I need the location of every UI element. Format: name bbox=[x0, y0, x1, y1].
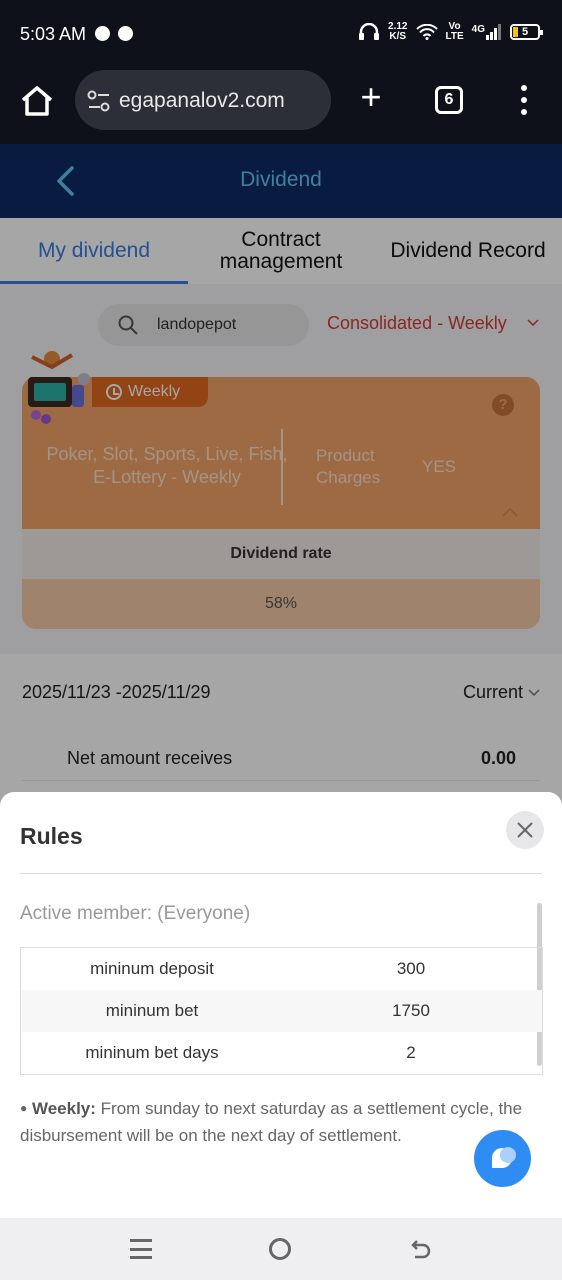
table-row: mininum bet days 2 bbox=[21, 1032, 542, 1074]
wifi-icon bbox=[415, 24, 438, 40]
network-speed: 2.12 K/S bbox=[388, 22, 407, 42]
table-row: mininum deposit 300 bbox=[21, 948, 542, 990]
back-nav-icon[interactable] bbox=[409, 1237, 433, 1261]
note-label: Weekly: bbox=[31, 1099, 96, 1118]
status-bar: 5:03 AM 2.12 K/S Vo LTE 4G 5 bbox=[0, 0, 562, 70]
new-tab-icon[interactable]: + bbox=[356, 79, 386, 116]
url-text: egapanalov2.com bbox=[119, 89, 285, 112]
divider bbox=[20, 873, 542, 874]
network-speed-unit: K/S bbox=[389, 31, 407, 42]
battery-icon: 5 bbox=[510, 24, 543, 40]
chat-button[interactable] bbox=[474, 1130, 531, 1187]
close-icon bbox=[517, 822, 533, 838]
settlement-note: ● Weekly: From sunday to next saturday a… bbox=[20, 1095, 540, 1149]
table-row: mininum bet 1750 bbox=[21, 990, 542, 1032]
rules-table: mininum deposit 300 mininum bet 1750 min… bbox=[20, 947, 543, 1075]
active-member-label: Active member: (Everyone) bbox=[20, 903, 251, 924]
address-bar[interactable]: egapanalov2.com bbox=[75, 70, 331, 130]
headphones-icon bbox=[359, 23, 380, 40]
signal-icon bbox=[486, 24, 501, 40]
tab-count: 6 bbox=[444, 91, 454, 108]
rules-title: Rules bbox=[20, 823, 83, 849]
system-nav-bar bbox=[0, 1218, 562, 1280]
browser-menu-icon[interactable] bbox=[519, 85, 529, 115]
close-button[interactable] bbox=[506, 811, 544, 849]
status-indicators: 2.12 K/S Vo LTE 4G 5 bbox=[358, 21, 543, 42]
volte-indicator: Vo LTE bbox=[445, 21, 464, 42]
note-text: From sunday to next saturday as a settle… bbox=[20, 1099, 523, 1145]
rule-value: 300 bbox=[396, 959, 426, 978]
home-icon[interactable] bbox=[20, 84, 54, 118]
tab-switcher-button[interactable]: 6 bbox=[435, 86, 463, 114]
rule-name: mininum bet bbox=[105, 1001, 199, 1020]
recent-apps-icon[interactable] bbox=[130, 1239, 152, 1259]
rule-value: 2 bbox=[406, 1043, 416, 1062]
chat-bubble-icon bbox=[492, 1147, 516, 1168]
site-settings-icon[interactable] bbox=[87, 90, 111, 112]
browser-toolbar: egapanalov2.com + 6 bbox=[0, 70, 562, 144]
status-time: 5:03 AM bbox=[20, 24, 87, 44]
messenger-icon bbox=[95, 26, 110, 41]
network-type: 4G bbox=[471, 24, 485, 35]
rule-value: 1750 bbox=[392, 1001, 430, 1020]
rule-name: mininum bet days bbox=[85, 1043, 219, 1062]
battery-level: 5 bbox=[521, 26, 529, 38]
bullet: ● bbox=[20, 1101, 28, 1115]
facebook-icon bbox=[118, 26, 133, 41]
home-nav-icon[interactable] bbox=[269, 1238, 291, 1260]
notification-icons bbox=[95, 26, 133, 41]
rule-name: mininum deposit bbox=[90, 959, 214, 978]
